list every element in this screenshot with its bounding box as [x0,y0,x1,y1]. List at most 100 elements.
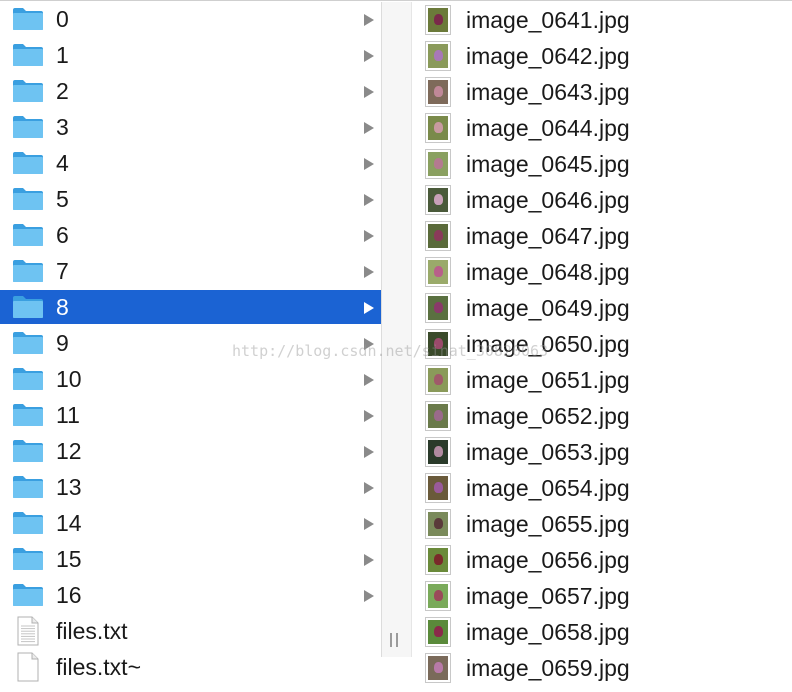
image-file-row[interactable]: image_0659.jpg [411,650,792,686]
folder-row[interactable]: 1 [0,38,381,72]
image-file-name: image_0659.jpg [466,655,630,681]
folder-name: 9 [56,330,69,356]
image-file-row[interactable]: image_0656.jpg [411,542,792,578]
disclosure-arrow-icon[interactable] [364,590,374,602]
image-file-row[interactable]: image_0648.jpg [411,254,792,290]
folder-row[interactable]: 16 [0,578,381,612]
disclosure-arrow-icon[interactable] [364,194,374,206]
folder-row[interactable]: 12 [0,434,381,468]
disclosure-arrow-icon[interactable] [364,158,374,170]
image-file-row[interactable]: image_0645.jpg [411,146,792,182]
image-file-name: image_0653.jpg [466,439,630,465]
file-row[interactable]: files.txt [0,614,381,648]
image-file-name: image_0649.jpg [466,295,630,321]
folder-row[interactable]: 9 [0,326,381,360]
disclosure-arrow-icon[interactable] [364,410,374,422]
image-file-name: image_0648.jpg [466,259,630,285]
image-thumbnail-icon [425,545,451,575]
image-file-row[interactable]: image_0647.jpg [411,218,792,254]
image-file-row[interactable]: image_0649.jpg [411,290,792,326]
folder-icon [12,43,44,67]
folder-name: 10 [56,366,82,392]
disclosure-arrow-icon[interactable] [364,374,374,386]
folder-row[interactable]: 2 [0,74,381,108]
image-file-row[interactable]: image_0644.jpg [411,110,792,146]
folder-row[interactable]: 10 [0,362,381,396]
folder-name: 11 [56,402,80,428]
disclosure-arrow-icon[interactable] [364,86,374,98]
folder-row[interactable]: 5 [0,182,381,216]
folder-name: 3 [56,114,69,140]
disclosure-arrow-icon[interactable] [364,338,374,350]
image-file-name: image_0644.jpg [466,115,630,141]
disclosure-arrow-icon[interactable] [364,518,374,530]
file-row[interactable]: files.txt~ [0,650,381,684]
folder-name: 12 [56,438,82,464]
image-file-name: image_0656.jpg [466,547,630,573]
folder-icon [12,367,44,391]
folder-name: 2 [56,78,69,104]
image-file-row[interactable]: image_0651.jpg [411,362,792,398]
image-file-row[interactable]: image_0642.jpg [411,38,792,74]
folder-row[interactable]: 6 [0,218,381,252]
folder-row[interactable]: 4 [0,146,381,180]
image-file-name: image_0652.jpg [466,403,630,429]
disclosure-arrow-icon[interactable] [364,230,374,242]
image-file-row[interactable]: image_0657.jpg [411,578,792,614]
disclosure-arrow-icon[interactable] [364,266,374,278]
image-file-name: image_0642.jpg [466,43,630,69]
folder-name: 0 [56,6,69,32]
image-file-name: image_0650.jpg [466,331,630,357]
image-file-row[interactable]: image_0643.jpg [411,74,792,110]
column-divider[interactable] [381,2,412,657]
image-thumbnail-icon [425,41,451,71]
folder-row[interactable]: 7 [0,254,381,288]
disclosure-arrow-icon[interactable] [364,302,374,314]
folder-row[interactable]: 13 [0,470,381,504]
image-thumbnail-icon [425,185,451,215]
file-name: files.txt [56,618,128,644]
folder-row[interactable]: 8 [0,290,381,324]
image-thumbnail-icon [425,581,451,611]
folder-name: 1 [56,42,69,68]
image-file-row[interactable]: image_0658.jpg [411,614,792,650]
folder-icon [12,583,44,607]
image-thumbnail-icon [425,5,451,35]
column-resize-grip-icon[interactable] [389,633,399,647]
folder-row[interactable]: 11 [0,398,381,432]
image-file-name: image_0657.jpg [466,583,630,609]
folder-name: 15 [56,546,82,572]
disclosure-arrow-icon[interactable] [364,554,374,566]
folder-row[interactable]: 3 [0,110,381,144]
image-file-row[interactable]: image_0655.jpg [411,506,792,542]
image-file-name: image_0658.jpg [466,619,630,645]
disclosure-arrow-icon[interactable] [364,446,374,458]
disclosure-arrow-icon[interactable] [364,482,374,494]
folder-row[interactable]: 14 [0,506,381,540]
image-file-row[interactable]: image_0652.jpg [411,398,792,434]
image-thumbnail-icon [425,257,451,287]
text-file-icon [16,616,40,646]
folder-column[interactable]: 0 1 2 3 4 5 6 7 8 9 10 11 12 13 14 15 16 files.txt files.t… [0,2,381,692]
folder-icon [12,223,44,247]
image-file-column[interactable]: image_0641.jpg image_0642.jpg image_0643.j… [411,2,792,692]
disclosure-arrow-icon[interactable] [364,50,374,62]
finder-column-view: 0 1 2 3 4 5 6 7 8 9 10 11 12 13 14 15 16 files.txt files.t… [0,0,792,692]
disclosure-arrow-icon[interactable] [364,14,374,26]
folder-name: 8 [56,294,69,320]
folder-row[interactable]: 0 [0,2,381,36]
folder-name: 4 [56,150,69,176]
image-thumbnail-icon [425,77,451,107]
image-file-row[interactable]: image_0653.jpg [411,434,792,470]
image-thumbnail-icon [425,437,451,467]
image-file-name: image_0646.jpg [466,187,630,213]
image-file-row[interactable]: image_0641.jpg [411,2,792,38]
image-file-row[interactable]: image_0654.jpg [411,470,792,506]
image-file-name: image_0651.jpg [466,367,630,393]
generic-file-icon [16,652,40,682]
folder-icon [12,187,44,211]
folder-row[interactable]: 15 [0,542,381,576]
image-file-row[interactable]: image_0646.jpg [411,182,792,218]
image-file-row[interactable]: image_0650.jpg [411,326,792,362]
disclosure-arrow-icon[interactable] [364,122,374,134]
